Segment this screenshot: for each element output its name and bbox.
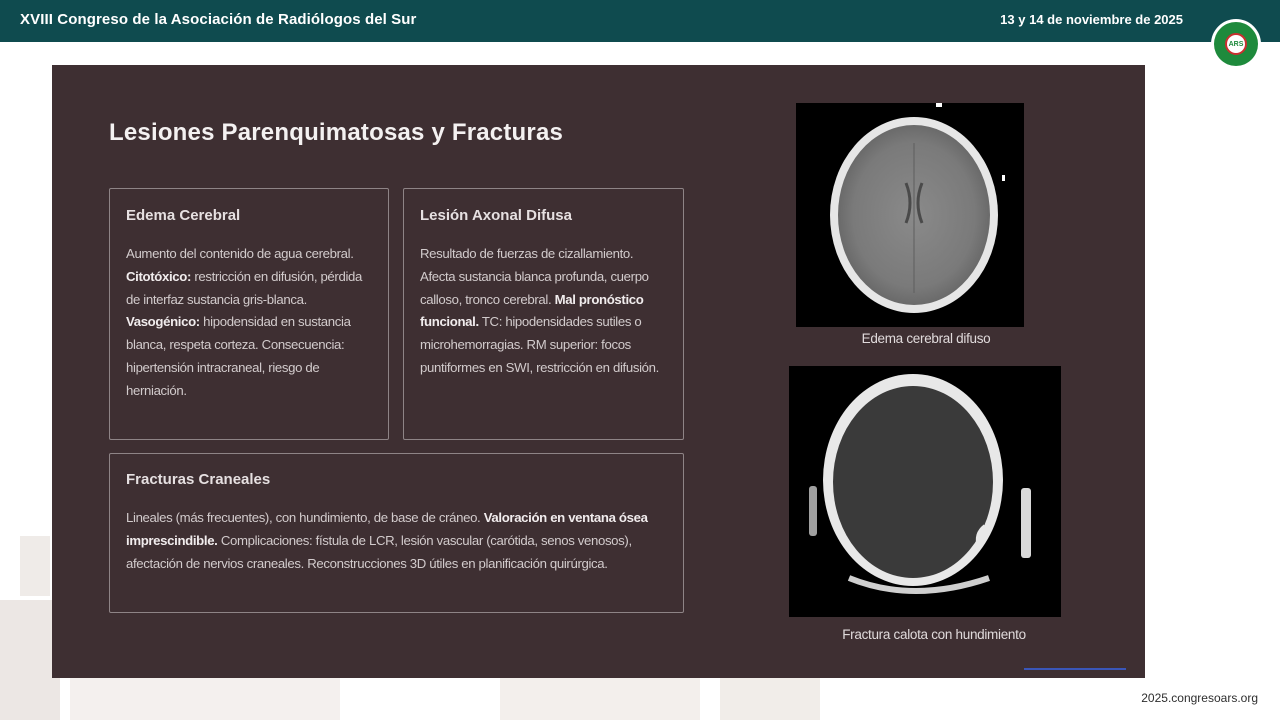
bold-text: Citotóxico: <box>126 268 192 284</box>
logo-text: ARS <box>1225 33 1247 55</box>
background-building <box>20 536 50 596</box>
ct-image-edema <box>796 103 1024 327</box>
footer-url: 2025.congresoars.org <box>1141 691 1258 705</box>
card-lesion-axonal: Lesión Axonal Difusa Resultado de fuerza… <box>403 188 684 440</box>
background-building <box>0 600 60 720</box>
card-heading: Edema Cerebral <box>126 207 241 224</box>
ct-scan-skull-icon <box>809 374 1031 594</box>
card-body: Lineales (más frecuentes), con hundimien… <box>126 507 671 575</box>
body-text: Lineales (más frecuentes), con hundimien… <box>126 510 484 525</box>
accent-divider <box>1024 668 1126 670</box>
card-edema-cerebral: Edema Cerebral Aumento del contenido de … <box>109 188 389 440</box>
congress-title: XVIII Congreso de la Asociación de Radió… <box>20 11 417 28</box>
header-bar: XVIII Congreso de la Asociación de Radió… <box>0 0 1280 42</box>
congress-date: 13 y 14 de noviembre de 2025 <box>1000 12 1183 27</box>
card-fracturas-craneales: Fracturas Craneales Lineales (más frecue… <box>109 453 684 613</box>
ct-image-fractura <box>789 366 1061 617</box>
image-caption: Fractura calota con hundimiento <box>842 627 1026 642</box>
card-body: Aumento del contenido de agua cerebral. … <box>126 243 376 403</box>
card-heading: Fracturas Craneales <box>126 471 271 488</box>
bold-text: Vasogénico: <box>126 314 200 330</box>
ct-scan-brain-icon <box>830 103 1005 313</box>
card-body: Resultado de fuerzas de cizallamiento. A… <box>420 243 671 380</box>
body-text: Aumento del contenido de agua cerebral. <box>126 246 354 261</box>
card-heading: Lesión Axonal Difusa <box>420 207 572 224</box>
ars-logo: ARS <box>1211 19 1261 69</box>
slide-panel: Lesiones Parenquimatosas y Fracturas Ede… <box>52 65 1145 678</box>
image-caption: Edema cerebral difuso <box>861 331 991 346</box>
slide-title: Lesiones Parenquimatosas y Fracturas <box>109 119 564 146</box>
logo-ring: ARS <box>1214 22 1258 66</box>
